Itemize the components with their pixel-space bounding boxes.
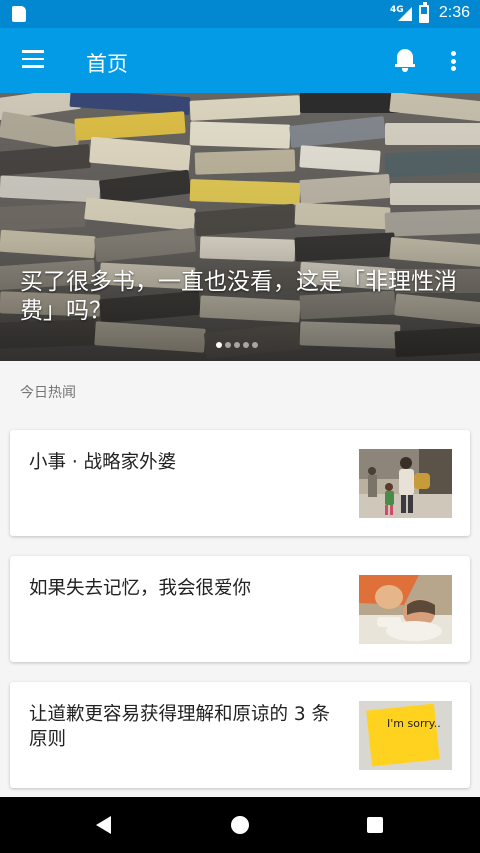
back-icon[interactable]: [96, 816, 111, 834]
story-title: 如果失去记忆，我会很爱你: [29, 578, 252, 599]
story-thumbnail: [359, 575, 452, 644]
story-card[interactable]: 小事 · 战略家外婆: [10, 430, 470, 536]
bell-icon[interactable]: [395, 47, 415, 72]
story-card[interactable]: 如果失去记忆，我会很爱你: [10, 556, 470, 662]
story-thumbnail: [359, 449, 452, 518]
banner-page-indicator: [216, 342, 258, 350]
top-story-banner[interactable]: 买了很多书，一直也没看，这是「非理性消费」吗？: [0, 93, 480, 361]
menu-icon[interactable]: [22, 50, 44, 68]
story-card[interactable]: 让道歉更容易获得理解和原谅的 3 条原则 I'm sorry..: [10, 682, 470, 788]
app-bar: 首页: [0, 28, 480, 93]
home-icon[interactable]: [231, 816, 249, 834]
section-label: 今日热闻: [20, 385, 76, 401]
clock: 2:36: [438, 4, 470, 21]
page-dot: [252, 342, 258, 348]
signal-icon: [398, 7, 412, 21]
page-dot-active: [216, 342, 222, 348]
story-title: 小事 · 战略家外婆: [29, 452, 177, 473]
banner-title: 买了很多书，一直也没看，这是「非理性消费」吗？: [20, 269, 457, 324]
page-title: 首页: [86, 52, 128, 76]
system-nav-bar: [0, 797, 480, 853]
story-title: 让道歉更容易获得理解和原谅的 3 条原则: [29, 704, 331, 750]
story-thumbnail: I'm sorry..: [359, 701, 452, 770]
sd-card-icon: [12, 6, 26, 22]
overflow-menu-icon[interactable]: [451, 51, 457, 71]
battery-icon: [419, 2, 429, 23]
recent-apps-icon[interactable]: [367, 817, 383, 833]
page-dot: [225, 342, 231, 348]
status-bar: 4G 2:36: [0, 0, 480, 28]
sticky-note-text: I'm sorry..: [387, 717, 441, 730]
page-dot: [243, 342, 249, 348]
page-dot: [234, 342, 240, 348]
